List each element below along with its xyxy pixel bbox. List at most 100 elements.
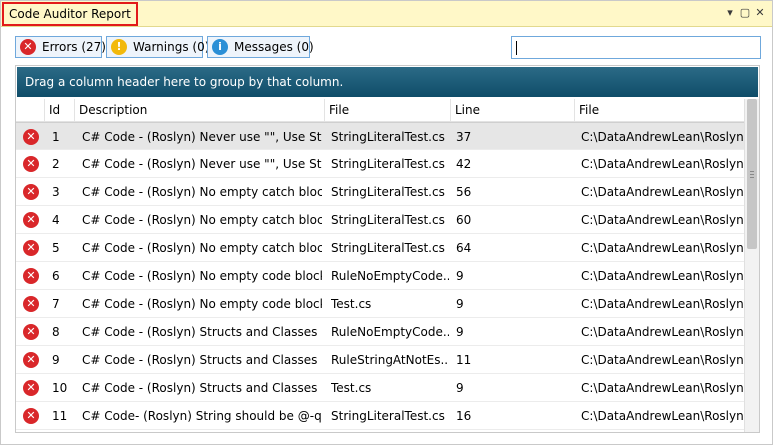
cell-description: C# Code - (Roslyn) Structs and Classes m… bbox=[82, 325, 322, 339]
cell-id: 7 bbox=[52, 297, 60, 311]
close-icon[interactable]: ✕ bbox=[753, 6, 767, 20]
cell-line: 42 bbox=[456, 157, 472, 171]
cell-line: 9 bbox=[456, 381, 464, 395]
cell-id: 6 bbox=[52, 269, 60, 283]
error-icon: ✕ bbox=[23, 240, 39, 256]
cell-id: 1 bbox=[52, 130, 60, 144]
cell-file: StringLiteralTest.cs bbox=[331, 185, 445, 199]
grip-line bbox=[750, 171, 754, 172]
maximize-icon[interactable]: ▢ bbox=[738, 6, 752, 20]
cell-path: C:\DataAndrewLean\Roslyn... bbox=[581, 381, 743, 395]
pin-dropdown-icon[interactable]: ▾ bbox=[723, 6, 737, 20]
cell-file: RuleNoEmptyCode... bbox=[331, 325, 449, 339]
cell-description: C# Code - (Roslyn) Structs and Classes m… bbox=[82, 381, 322, 395]
error-icon: ✕ bbox=[20, 39, 36, 55]
cell-description: C# Code - (Roslyn) No empty catch blocks bbox=[82, 213, 322, 227]
warning-icon: ! bbox=[111, 39, 127, 55]
scrollbar-thumb[interactable] bbox=[747, 99, 757, 249]
table-row[interactable]: ✕ 8 C# Code - (Roslyn) Structs and Class… bbox=[16, 318, 744, 346]
cell-description: C# Code - (Roslyn) No empty code blocks bbox=[82, 269, 322, 283]
table-row[interactable]: ✕ 6 C# Code - (Roslyn) No empty code blo… bbox=[16, 262, 744, 290]
toolbar: ✕ Errors (27) ! Warnings (0) i Messages … bbox=[1, 27, 772, 65]
error-icon: ✕ bbox=[23, 129, 39, 145]
cell-file: Test.cs bbox=[331, 297, 372, 311]
error-icon: ✕ bbox=[23, 408, 39, 424]
cell-description: C# Code - (Roslyn) Never use "", Use Str… bbox=[82, 130, 322, 144]
messages-filter-button[interactable]: i Messages (0) bbox=[207, 36, 314, 58]
cell-file: RuleStringAtNotEs... bbox=[331, 353, 449, 367]
table-row[interactable]: ✕ 10 C# Code - (Roslyn) Structs and Clas… bbox=[16, 374, 744, 402]
cell-description: C# Code - (Roslyn) No empty code blocks bbox=[82, 297, 322, 311]
vertical-scrollbar[interactable] bbox=[744, 99, 759, 432]
cell-line: 11 bbox=[456, 353, 472, 367]
cell-file: StringLiteralTest.cs bbox=[331, 409, 445, 423]
cell-line: 37 bbox=[456, 130, 472, 144]
table-row[interactable]: ✕ 7 C# Code - (Roslyn) No empty code blo… bbox=[16, 290, 744, 318]
group-by-panel[interactable]: Drag a column header here to group by th… bbox=[17, 67, 758, 97]
table-row[interactable]: ✕ 9 C# Code - (Roslyn) Structs and Class… bbox=[16, 346, 744, 374]
error-icon: ✕ bbox=[23, 268, 39, 284]
cell-id: 2 bbox=[52, 157, 60, 171]
search-input[interactable] bbox=[511, 36, 761, 59]
column-header-file[interactable]: File bbox=[324, 99, 450, 121]
column-header-id[interactable]: Id bbox=[44, 99, 74, 121]
table-row[interactable]: ✕ 2 C# Code - (Roslyn) Never use "", Use… bbox=[16, 150, 744, 178]
error-icon: ✕ bbox=[23, 212, 39, 228]
cell-description: C# Code - (Roslyn) No empty catch blocks bbox=[82, 185, 322, 199]
errors-filter-button[interactable]: ✕ Errors (27) bbox=[15, 36, 106, 58]
column-header-line[interactable]: Line bbox=[450, 99, 574, 121]
results-grid: Drag a column header here to group by th… bbox=[15, 65, 760, 433]
cell-path: C:\DataAndrewLean\Roslyn... bbox=[581, 269, 743, 283]
cell-id: 9 bbox=[52, 353, 60, 367]
cell-line: 9 bbox=[456, 297, 464, 311]
title-bar: Code Auditor Report ▾ ▢ ✕ bbox=[1, 1, 772, 27]
warnings-filter-button[interactable]: ! Warnings (0) bbox=[106, 36, 209, 58]
error-icon: ✕ bbox=[23, 324, 39, 340]
cell-id: 11 bbox=[52, 409, 68, 423]
messages-filter-label: Messages (0) bbox=[234, 40, 314, 54]
grid-header: Id Description File Line File bbox=[16, 99, 744, 122]
column-header-description[interactable]: Description bbox=[74, 99, 324, 121]
error-icon: ✕ bbox=[23, 156, 39, 172]
cell-id: 4 bbox=[52, 213, 60, 227]
cell-path: C:\DataAndrewLean\Roslyn... bbox=[581, 353, 743, 367]
cell-id: 10 bbox=[52, 381, 68, 395]
cell-path: C:\DataAndrewLean\Roslyn... bbox=[581, 325, 743, 339]
cell-file: StringLiteralTest.cs bbox=[331, 213, 445, 227]
cell-path: C:\DataAndrewLean\Roslyn... bbox=[581, 409, 743, 423]
table-row[interactable]: ✕ 11 C# Code- (Roslyn) String should be … bbox=[16, 402, 744, 430]
cell-id: 3 bbox=[52, 185, 60, 199]
cell-id: 5 bbox=[52, 241, 60, 255]
table-row[interactable]: ✕ 3 C# Code - (Roslyn) No empty catch bl… bbox=[16, 178, 744, 206]
cell-line: 9 bbox=[456, 325, 464, 339]
grid-rows: ✕ 1 C# Code - (Roslyn) Never use "", Use… bbox=[16, 122, 744, 432]
cell-line: 9 bbox=[456, 269, 464, 283]
cell-description: C# Code - (Roslyn) No empty catch blocks bbox=[82, 241, 322, 255]
cell-path: C:\DataAndrewLean\Roslyn... bbox=[581, 241, 743, 255]
warnings-filter-label: Warnings (0) bbox=[133, 40, 210, 54]
grip-line bbox=[750, 177, 754, 178]
cell-description: C# Code - (Roslyn) Never use "", Use Str… bbox=[82, 157, 322, 171]
cell-line: 64 bbox=[456, 241, 472, 255]
error-icon: ✕ bbox=[23, 296, 39, 312]
cell-id: 8 bbox=[52, 325, 60, 339]
cell-path: C:\DataAndrewLean\Roslyn... bbox=[581, 213, 743, 227]
cell-line: 56 bbox=[456, 185, 472, 199]
cell-file: StringLiteralTest.cs bbox=[331, 130, 445, 144]
table-row[interactable]: ✕ 5 C# Code - (Roslyn) No empty catch bl… bbox=[16, 234, 744, 262]
cell-path: C:\DataAndrewLean\Roslyn... bbox=[581, 185, 743, 199]
cell-path: C:\DataAndrewLean\Roslyn... bbox=[581, 157, 743, 171]
table-row[interactable]: ✕ 4 C# Code - (Roslyn) No empty catch bl… bbox=[16, 206, 744, 234]
text-caret bbox=[516, 41, 517, 55]
column-header-path[interactable]: File bbox=[574, 99, 744, 121]
errors-filter-label: Errors (27) bbox=[42, 40, 106, 54]
cell-line: 60 bbox=[456, 213, 472, 227]
window-title: Code Auditor Report bbox=[2, 2, 138, 26]
info-icon: i bbox=[212, 39, 228, 55]
table-row[interactable]: ✕ 1 C# Code - (Roslyn) Never use "", Use… bbox=[16, 122, 744, 150]
cell-file: Test.cs bbox=[331, 381, 372, 395]
cell-description: C# Code- (Roslyn) String should be @-quo… bbox=[82, 409, 322, 423]
error-icon: ✕ bbox=[23, 352, 39, 368]
code-auditor-window: Code Auditor Report ▾ ▢ ✕ ✕ Errors (27) … bbox=[0, 0, 773, 445]
cell-path: C:\DataAndrewLean\Roslyn... bbox=[581, 130, 743, 144]
